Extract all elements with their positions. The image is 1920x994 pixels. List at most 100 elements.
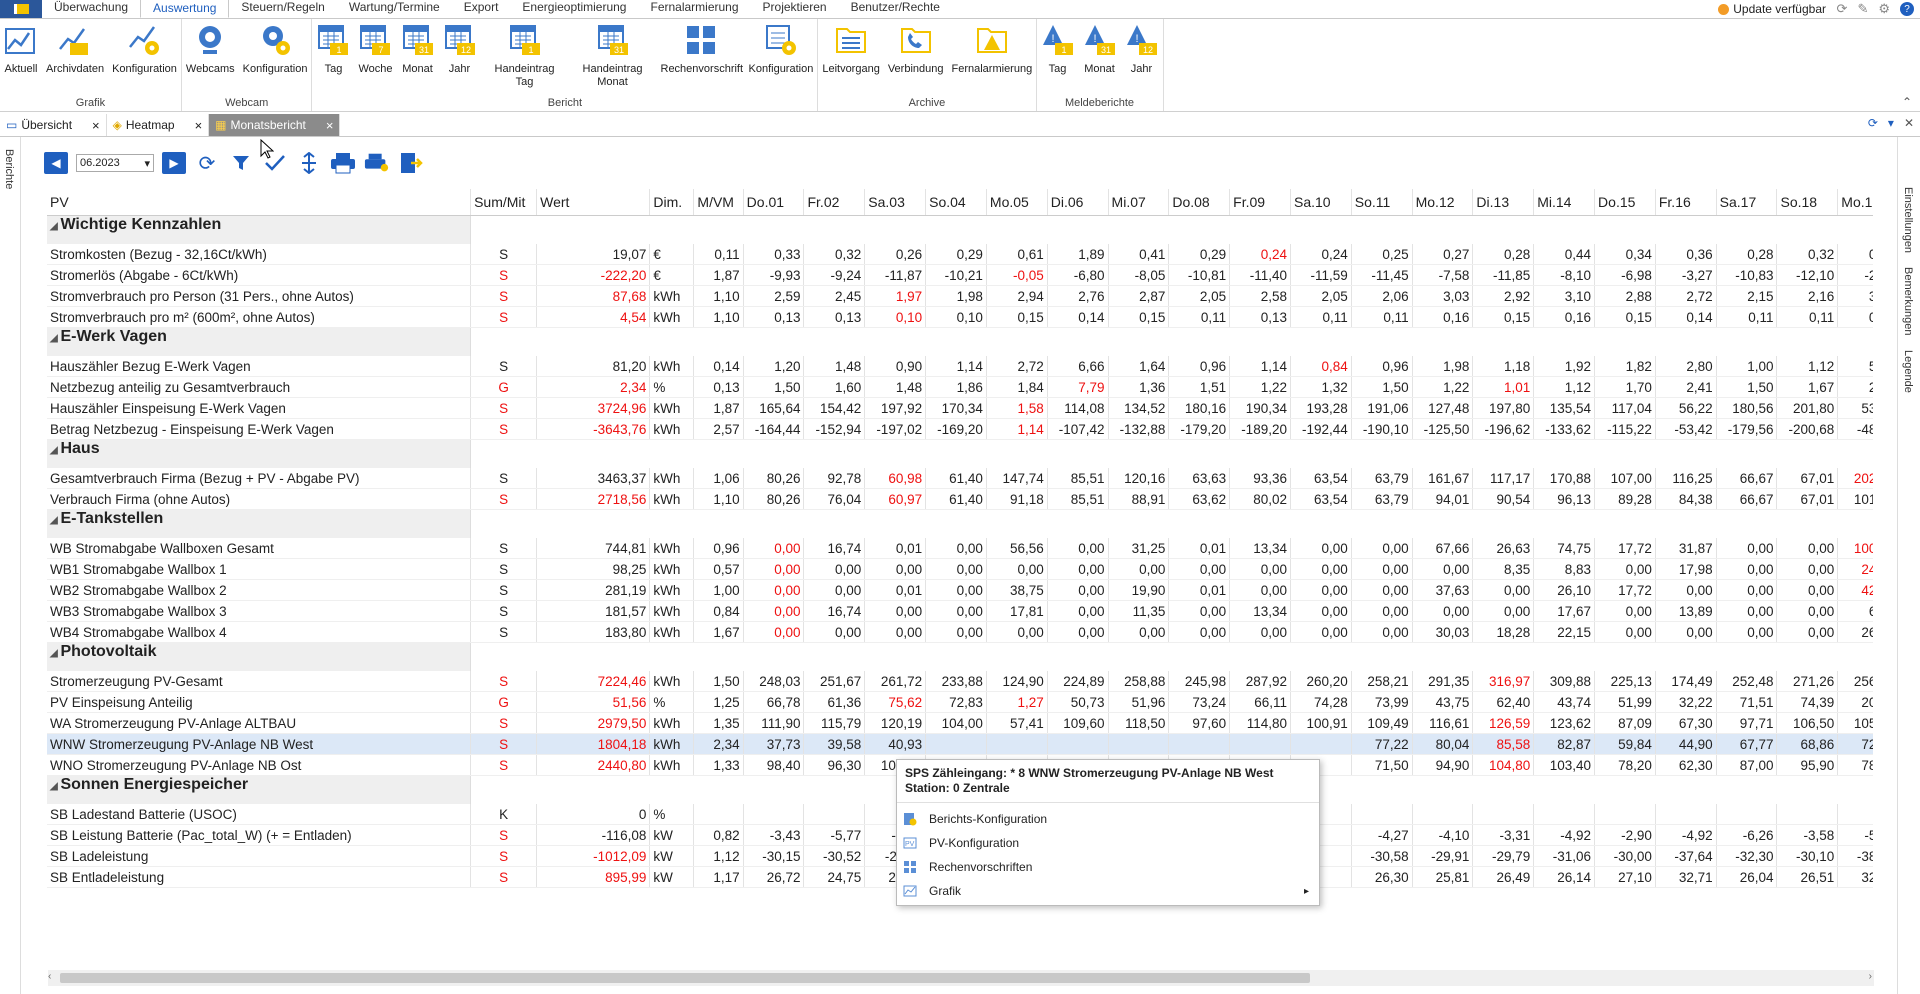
settings-icon[interactable]: ⚙ bbox=[1878, 1, 1890, 17]
column-header[interactable]: Do.08 bbox=[1168, 189, 1231, 216]
group-row[interactable]: ◢ Wichtige Kennzahlen bbox=[47, 216, 471, 244]
table-row[interactable]: Gesamtverbrauch Firma (Bezug + PV - Abga… bbox=[47, 468, 1873, 489]
menu-item-berichts-konfiguration[interactable]: Berichts-Konfiguration bbox=[897, 807, 1319, 831]
update-notice[interactable]: Update verfügbar bbox=[1718, 0, 1826, 18]
scroll-thumb[interactable] bbox=[60, 973, 1310, 983]
column-header[interactable]: Sum/Mit bbox=[470, 189, 538, 216]
sidebar-bemerkungen[interactable]: Bemerkungen bbox=[1902, 267, 1914, 336]
app-menu-button[interactable] bbox=[0, 0, 42, 18]
column-header[interactable]: Wert bbox=[536, 189, 651, 216]
column-header[interactable]: M/VM bbox=[693, 189, 744, 216]
print-preview-icon[interactable] bbox=[364, 152, 390, 174]
group-row[interactable]: ◢ Sonnen Energiespeicher bbox=[47, 776, 471, 804]
ribbon-button-webcam-konfiguration[interactable]: Konfiguration bbox=[239, 19, 312, 97]
group-header[interactable]: ◢ E-Werk Vagen bbox=[47, 328, 470, 356]
column-header[interactable]: Mi.14 bbox=[1533, 189, 1596, 216]
print-icon[interactable] bbox=[330, 152, 356, 174]
collapse-arrow-icon[interactable]: ◢ bbox=[50, 781, 60, 792]
table-row[interactable]: WA Stromerzeugung PV-Anlage ALTBAU S 2979,… bbox=[47, 712, 1873, 734]
scroll-right-icon[interactable]: › bbox=[1869, 971, 1872, 982]
group-header[interactable]: ◢ Sonnen Energiespeicher bbox=[47, 776, 470, 804]
filter-icon[interactable] bbox=[228, 152, 254, 174]
menu-tab-wartung-termine[interactable]: Wartung/Termine bbox=[337, 0, 452, 16]
tab-heatmap[interactable]: ◈ Heatmap × bbox=[106, 114, 210, 136]
column-header[interactable]: PV bbox=[47, 189, 472, 216]
menu-tab-fernalarmierung[interactable]: Fernalarmierung bbox=[638, 0, 750, 16]
ribbon-button-meldeberichte-monat[interactable]: ! 31 Monat bbox=[1079, 19, 1121, 97]
dropdown-icon[interactable]: ▾ bbox=[1888, 116, 1894, 130]
column-header[interactable]: Fr.02 bbox=[803, 189, 866, 216]
column-header[interactable]: Sa.03 bbox=[864, 189, 927, 216]
sidebar-legende[interactable]: Legende bbox=[1902, 350, 1914, 393]
menu-item-grafik[interactable]: Grafik ▸ bbox=[897, 879, 1319, 903]
ribbon-button-grafik-konfiguration[interactable]: Konfiguration bbox=[108, 19, 181, 97]
group-header[interactable]: ◢ Haus bbox=[47, 440, 470, 468]
menu-tab-export[interactable]: Export bbox=[452, 0, 511, 16]
ribbon-button-webcam-webcams[interactable]: Webcams bbox=[182, 19, 239, 97]
column-header[interactable]: Mi.07 bbox=[1108, 189, 1170, 216]
table-row[interactable]: WB Stromabgabe Wallboxen Gesamt S 744,81 kW… bbox=[47, 538, 1873, 559]
help-icon[interactable]: ? bbox=[1900, 2, 1914, 16]
expand-vertical-icon[interactable] bbox=[296, 152, 322, 174]
menu-item-pv-konfiguration[interactable]: PV PV-Konfiguration bbox=[897, 831, 1319, 855]
group-row[interactable]: ◢ Haus bbox=[47, 440, 471, 468]
table-row[interactable]: WB1 Stromabgabe Wallbox 1 S 98,25 kWh 0,57 0,… bbox=[47, 558, 1873, 580]
table-row[interactable]: Verbrauch Firma (ohne Autos) S 2718,56 kWh 1… bbox=[47, 488, 1873, 510]
collapse-arrow-icon[interactable]: ◢ bbox=[50, 648, 60, 659]
collapse-arrow-icon[interactable]: ◢ bbox=[50, 333, 60, 344]
column-header[interactable]: Sa.17 bbox=[1716, 189, 1778, 216]
column-header[interactable]: Fr.16 bbox=[1655, 189, 1717, 216]
table-row[interactable]: WNW Stromerzeugung PV-Anlage NB West S 180… bbox=[47, 733, 1873, 755]
refresh-icon[interactable]: ⟳ bbox=[194, 152, 220, 175]
column-header[interactable]: So.04 bbox=[925, 189, 987, 216]
ribbon-button-bericht-jahr[interactable]: 12 Jahr bbox=[439, 19, 481, 97]
ribbon-button-archive-verbindung[interactable]: Verbindung bbox=[884, 19, 948, 97]
menu-tab-benutzer-rechte[interactable]: Benutzer/Rechte bbox=[839, 0, 952, 16]
column-header[interactable]: So.11 bbox=[1351, 189, 1413, 216]
group-header[interactable]: ◢ Wichtige Kennzahlen bbox=[47, 216, 470, 244]
column-header[interactable]: Di.06 bbox=[1047, 189, 1109, 216]
group-row[interactable]: ◢ E-Werk Vagen bbox=[47, 328, 471, 356]
ribbon-button-grafik-aktuell[interactable]: Aktuell bbox=[0, 19, 42, 97]
close-icon[interactable]: × bbox=[92, 118, 100, 133]
export-icon[interactable] bbox=[398, 152, 424, 174]
collapse-arrow-icon[interactable]: ◢ bbox=[50, 221, 60, 232]
ribbon-button-archive-fernalarmierung[interactable]: Fernalarmierung bbox=[948, 19, 1036, 97]
ribbon-button-bericht-konfiguration[interactable]: Konfiguration bbox=[745, 19, 818, 97]
close-icon[interactable]: × bbox=[326, 118, 334, 133]
ribbon-button-bericht-tag[interactable]: 1 Tag bbox=[312, 19, 354, 97]
column-header[interactable]: Mo.05 bbox=[986, 189, 1048, 216]
close-all-icon[interactable]: ✕ bbox=[1904, 116, 1914, 130]
table-row[interactable]: WB2 Stromabgabe Wallbox 2 S 281,19 kWh 1,00 0… bbox=[47, 579, 1873, 601]
ribbon-button-bericht-handeintrag-tag[interactable]: 1 Handeintrag Tag bbox=[481, 19, 569, 97]
column-header[interactable]: So.18 bbox=[1776, 189, 1839, 216]
table-row[interactable]: Betrag Netzbezug - Einspeisung E-Werk Va… bbox=[47, 418, 1873, 440]
menu-tab-überwachung[interactable]: Überwachung bbox=[42, 0, 140, 16]
column-header[interactable]: Sa.10 bbox=[1290, 189, 1352, 216]
collapse-ribbon-icon[interactable]: ⌃ bbox=[1902, 95, 1912, 109]
group-row[interactable]: ◢ E-Tankstellen bbox=[47, 510, 471, 538]
table-row[interactable]: Hauszähler Bezug E-Werk Vagen S 81,20 kWh 0,… bbox=[47, 356, 1873, 377]
table-row[interactable]: Stromverbrauch pro Person (31 Pers., ohn… bbox=[47, 285, 1873, 307]
table-row[interactable]: Stromverbrauch pro m² (600m², ohne Autos… bbox=[47, 306, 1873, 328]
table-row[interactable]: Stromkosten (Bezug - 32,16Ct/kWh) S 19,07 €… bbox=[47, 244, 1873, 265]
prev-month-button[interactable]: ◀ bbox=[44, 152, 68, 174]
column-header[interactable]: Dim. bbox=[649, 189, 695, 216]
column-header[interactable]: Mo.19 bbox=[1837, 189, 1873, 216]
group-header[interactable]: ◢ E-Tankstellen bbox=[47, 510, 470, 538]
tab-monatsbericht[interactable]: ▦ Monatsbericht × bbox=[209, 114, 341, 136]
scroll-left-icon[interactable]: ‹ bbox=[48, 971, 51, 982]
group-row[interactable]: ◢ Photovoltaik bbox=[47, 643, 471, 671]
table-row[interactable]: Stromerzeugung PV-Gesamt S 7224,46 kWh 1,50 2… bbox=[47, 671, 1873, 692]
month-select[interactable]: 06.2023 ▾ bbox=[76, 154, 154, 172]
tab-uebersicht[interactable]: ▭ Übersicht × bbox=[0, 114, 107, 136]
table-row[interactable]: WB3 Stromabgabe Wallbox 3 S 181,57 kWh 0,84 0… bbox=[47, 600, 1873, 622]
table-row[interactable]: Hauszähler Einspeisung E-Werk Vagen S 3724… bbox=[47, 397, 1873, 419]
collapse-arrow-icon[interactable]: ◢ bbox=[50, 445, 60, 456]
sync-icon[interactable]: ⟳ bbox=[1868, 116, 1878, 130]
menu-item-rechenvorschriften[interactable]: Rechenvorschriften bbox=[897, 855, 1319, 879]
attachment-icon[interactable]: ✎ bbox=[1857, 1, 1868, 17]
table-row[interactable]: WB4 Stromabgabe Wallbox 4 S 183,80 kWh 1,67 0… bbox=[47, 621, 1873, 643]
menu-tab-auswertung[interactable]: Auswertung bbox=[140, 0, 230, 18]
table-row[interactable]: PV Einspeisung Anteilig G 51,56% 1,25 66,78 6… bbox=[47, 691, 1873, 713]
